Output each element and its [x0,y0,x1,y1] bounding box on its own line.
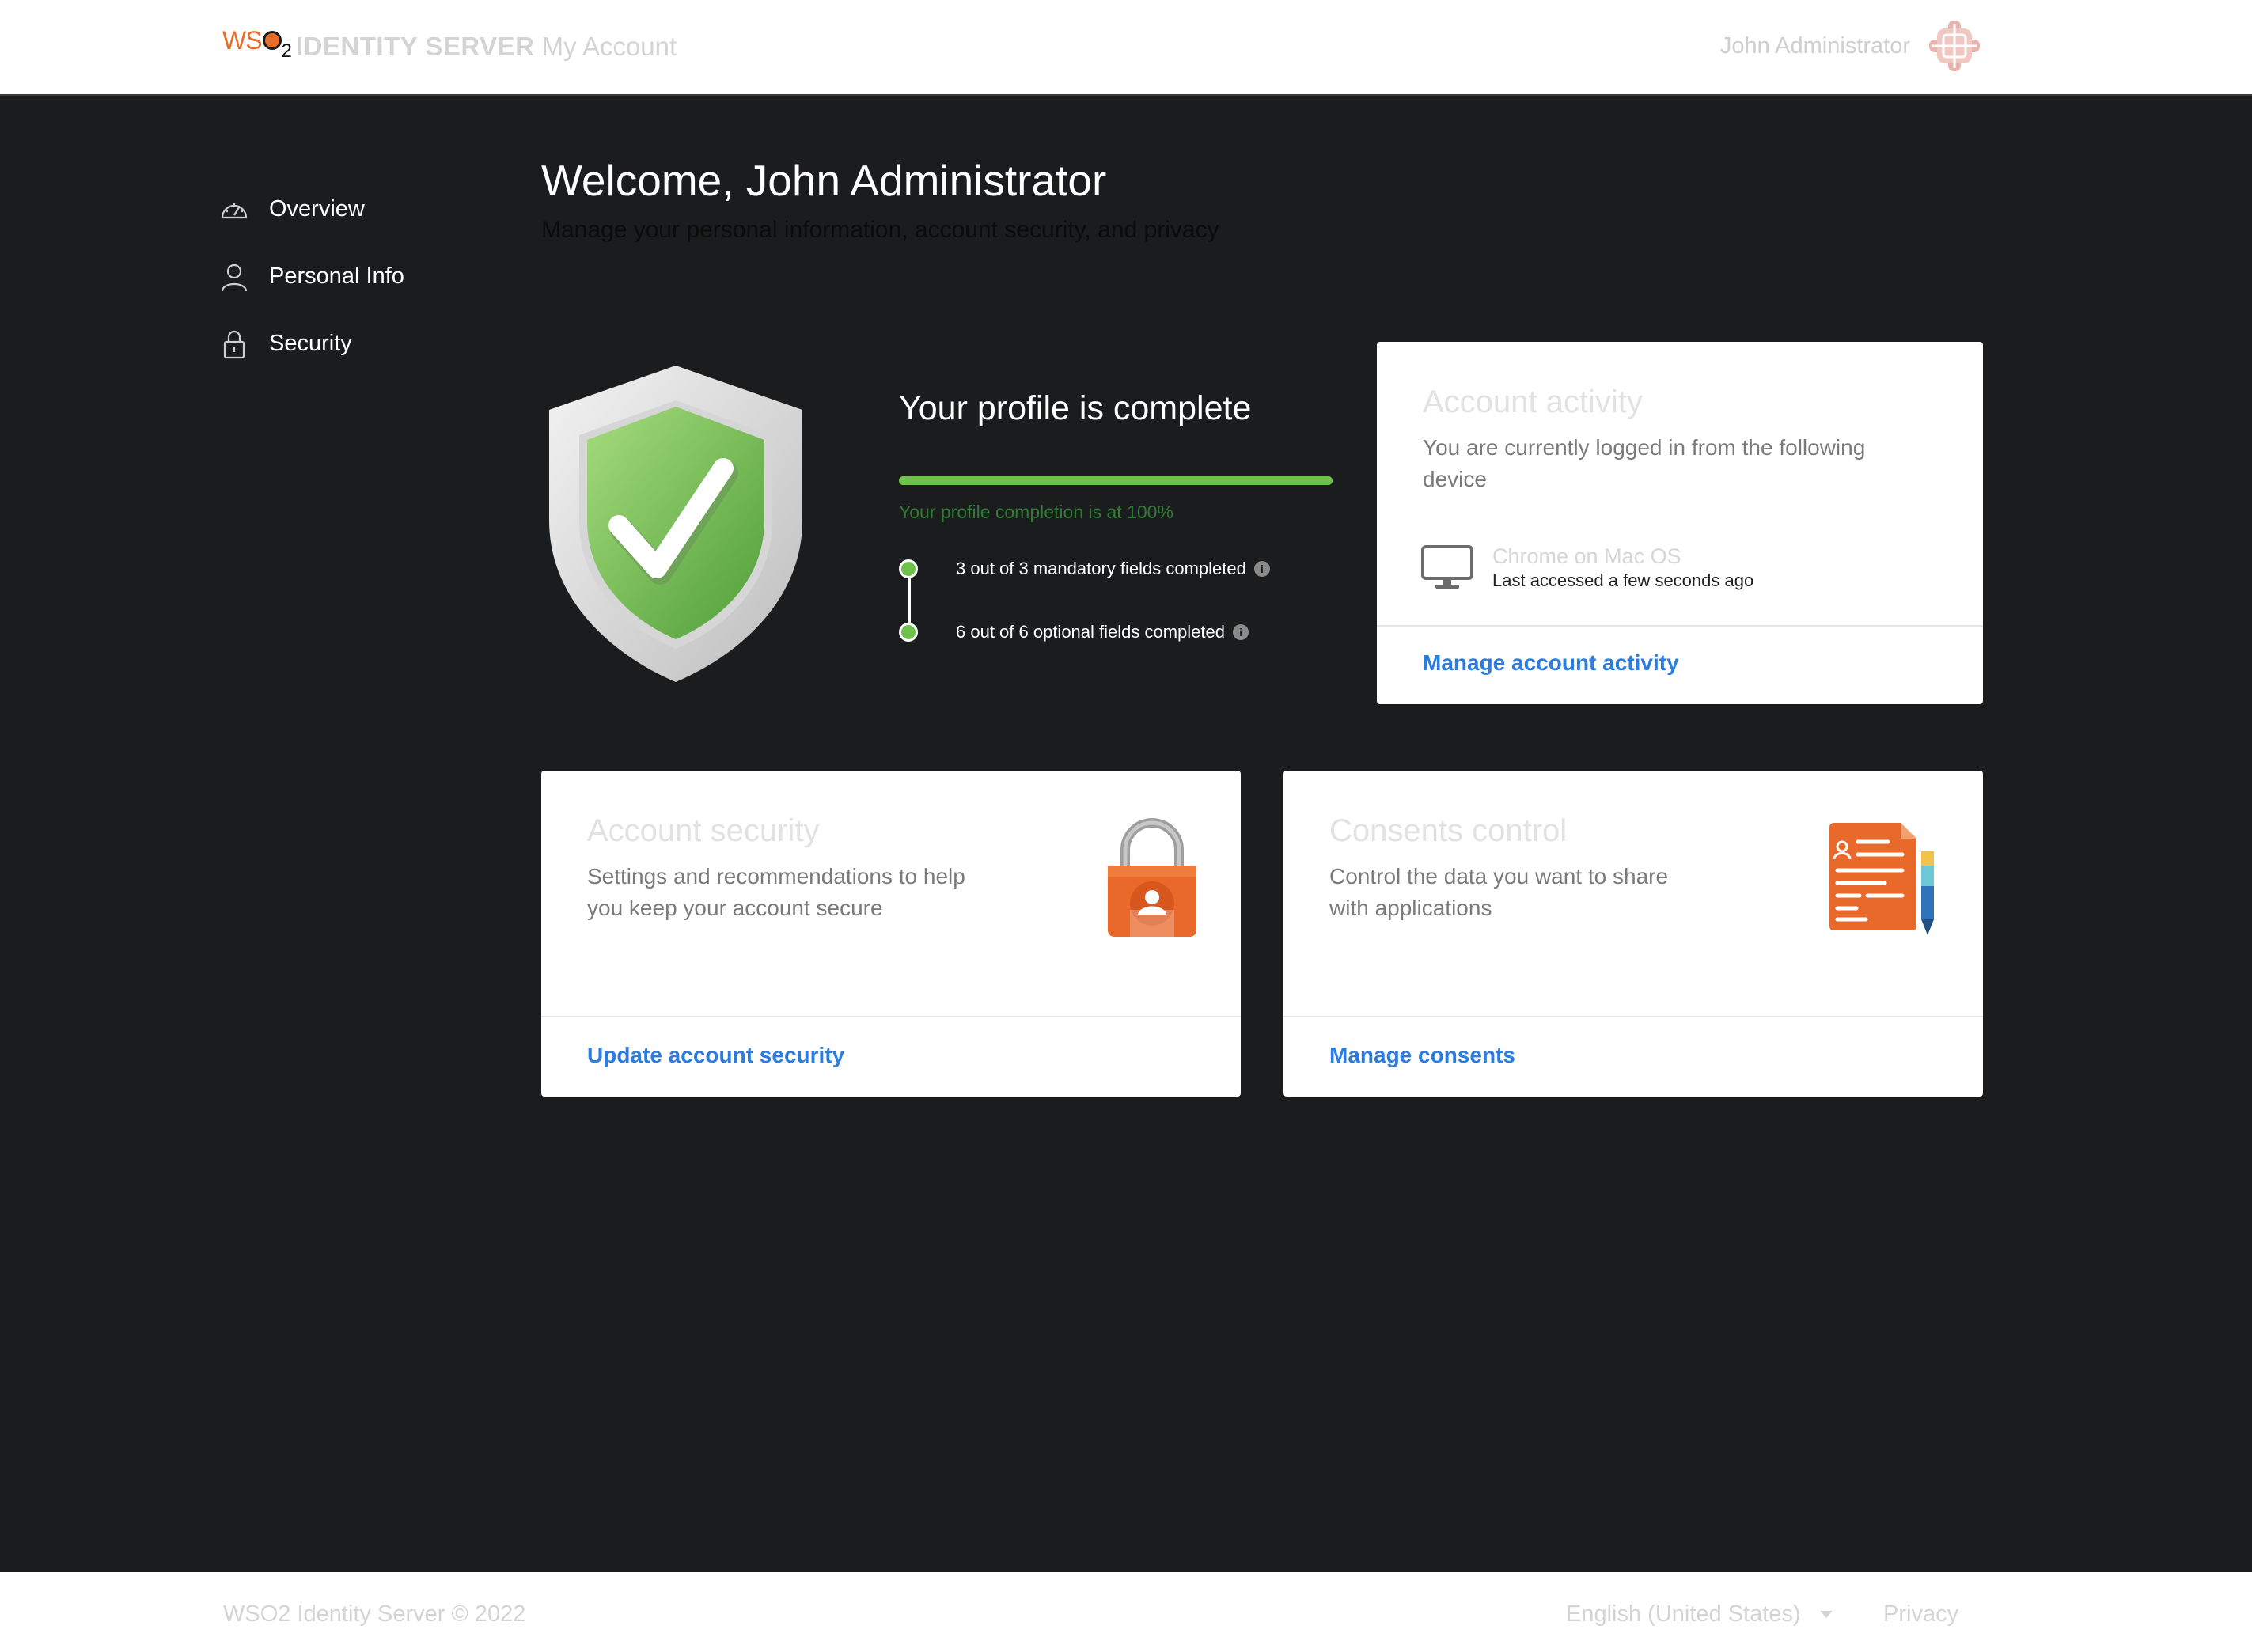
device-name: Chrome on Mac OS [1492,544,1681,568]
sidebar-item-label: Overview [269,196,365,222]
optional-fields-text: 6 out of 6 optional fields completed [956,622,1226,642]
top-header: WS 2 IDENTITY SERVER My Account John Admi… [0,0,2252,96]
page-subtitle: Manage your personal information, accoun… [541,217,1219,243]
profile-progress-fill [899,476,1333,485]
card-title: Account security [587,813,820,848]
brand-logo[interactable]: WS 2 IDENTITY SERVER My Account [222,25,677,62]
language-label: English (United States) [1566,1601,1801,1627]
footer-copyright: WSO2 Identity Server © 2022 [223,1601,526,1627]
step-text: 3 out of 3 mandatory fields completed i [956,559,1270,579]
info-icon[interactable]: i [1253,561,1270,577]
card-description: Control the data you want to share with … [1329,864,1669,920]
sidebar-nav: Overview Personal Info Security [217,176,404,377]
app-name: My Account [541,32,677,61]
chevron-down-icon [1819,1611,1833,1618]
language-selector[interactable]: English (United States) [1566,1601,1833,1627]
shield-check-icon [549,366,802,682]
brand-title: IDENTITY SERVER My Account [296,32,677,62]
info-icon[interactable]: i [1233,624,1249,640]
speedometer-icon [217,192,252,227]
card-description: You are currently logged in from the fol… [1423,435,1866,491]
padlock-icon [1108,818,1196,937]
profile-progress-caption: Your profile completion is at 100% [899,502,1173,522]
manage-account-activity-link[interactable]: Manage account activity [1423,650,1679,676]
sidebar-item-label: Security [269,331,352,356]
device-entry: Chrome on Mac OS Last accessed a few sec… [1421,544,1753,591]
device-info: Chrome on Mac OS Last accessed a few sec… [1492,544,1753,591]
sidebar-item-security[interactable]: Security [217,310,404,377]
page-title: Welcome, John Administrator [541,156,1107,205]
step-optional: 6 out of 6 optional fields completed i [899,622,1249,642]
user-menu[interactable]: John Administrator [1720,17,1983,74]
sidebar-item-overview[interactable]: Overview [217,176,404,243]
account-activity-card: Account activity You are currently logge… [1377,342,1983,704]
user-icon [217,260,252,294]
monitor-icon [1421,544,1473,589]
card-title: Account activity [1423,385,1643,419]
step-dot [899,559,918,578]
card-divider [1377,625,1983,627]
product-name: IDENTITY SERVER [295,32,535,61]
wso2-logo: WS 2 [222,26,292,62]
card-title: Consents control [1329,813,1568,848]
step-text: 6 out of 6 optional fields completed i [956,622,1249,642]
sidebar-item-personal-info[interactable]: Personal Info [217,243,404,310]
sidebar-item-label: Personal Info [269,263,404,289]
user-name[interactable]: John Administrator [1720,33,1910,59]
document-consent-icon [1829,823,1934,935]
lock-icon [217,327,252,362]
profile-status-title: Your profile is complete [899,389,1252,427]
card-divider [1283,1016,1983,1017]
privacy-link[interactable]: Privacy [1883,1601,1958,1627]
footer: WSO2 Identity Server © 2022 English (Uni… [0,1572,2252,1652]
manage-consents-link[interactable]: Manage consents [1329,1043,1515,1068]
card-divider [541,1016,1241,1017]
device-last-accessed: Last accessed a few seconds ago [1492,570,1754,590]
profile-progress-bar [899,476,1333,485]
account-security-card: Account security Settings and recommenda… [541,771,1241,1097]
step-dot [899,623,918,642]
avatar[interactable] [1926,17,1983,74]
card-description: Settings and recommendations to help you… [587,864,965,920]
step-mandatory: 3 out of 3 mandatory fields completed i [899,559,1270,579]
mandatory-fields-text: 3 out of 3 mandatory fields completed [956,559,1246,578]
update-account-security-link[interactable]: Update account security [587,1043,844,1068]
consents-control-card: Consents control Control the data you wa… [1283,771,1983,1097]
